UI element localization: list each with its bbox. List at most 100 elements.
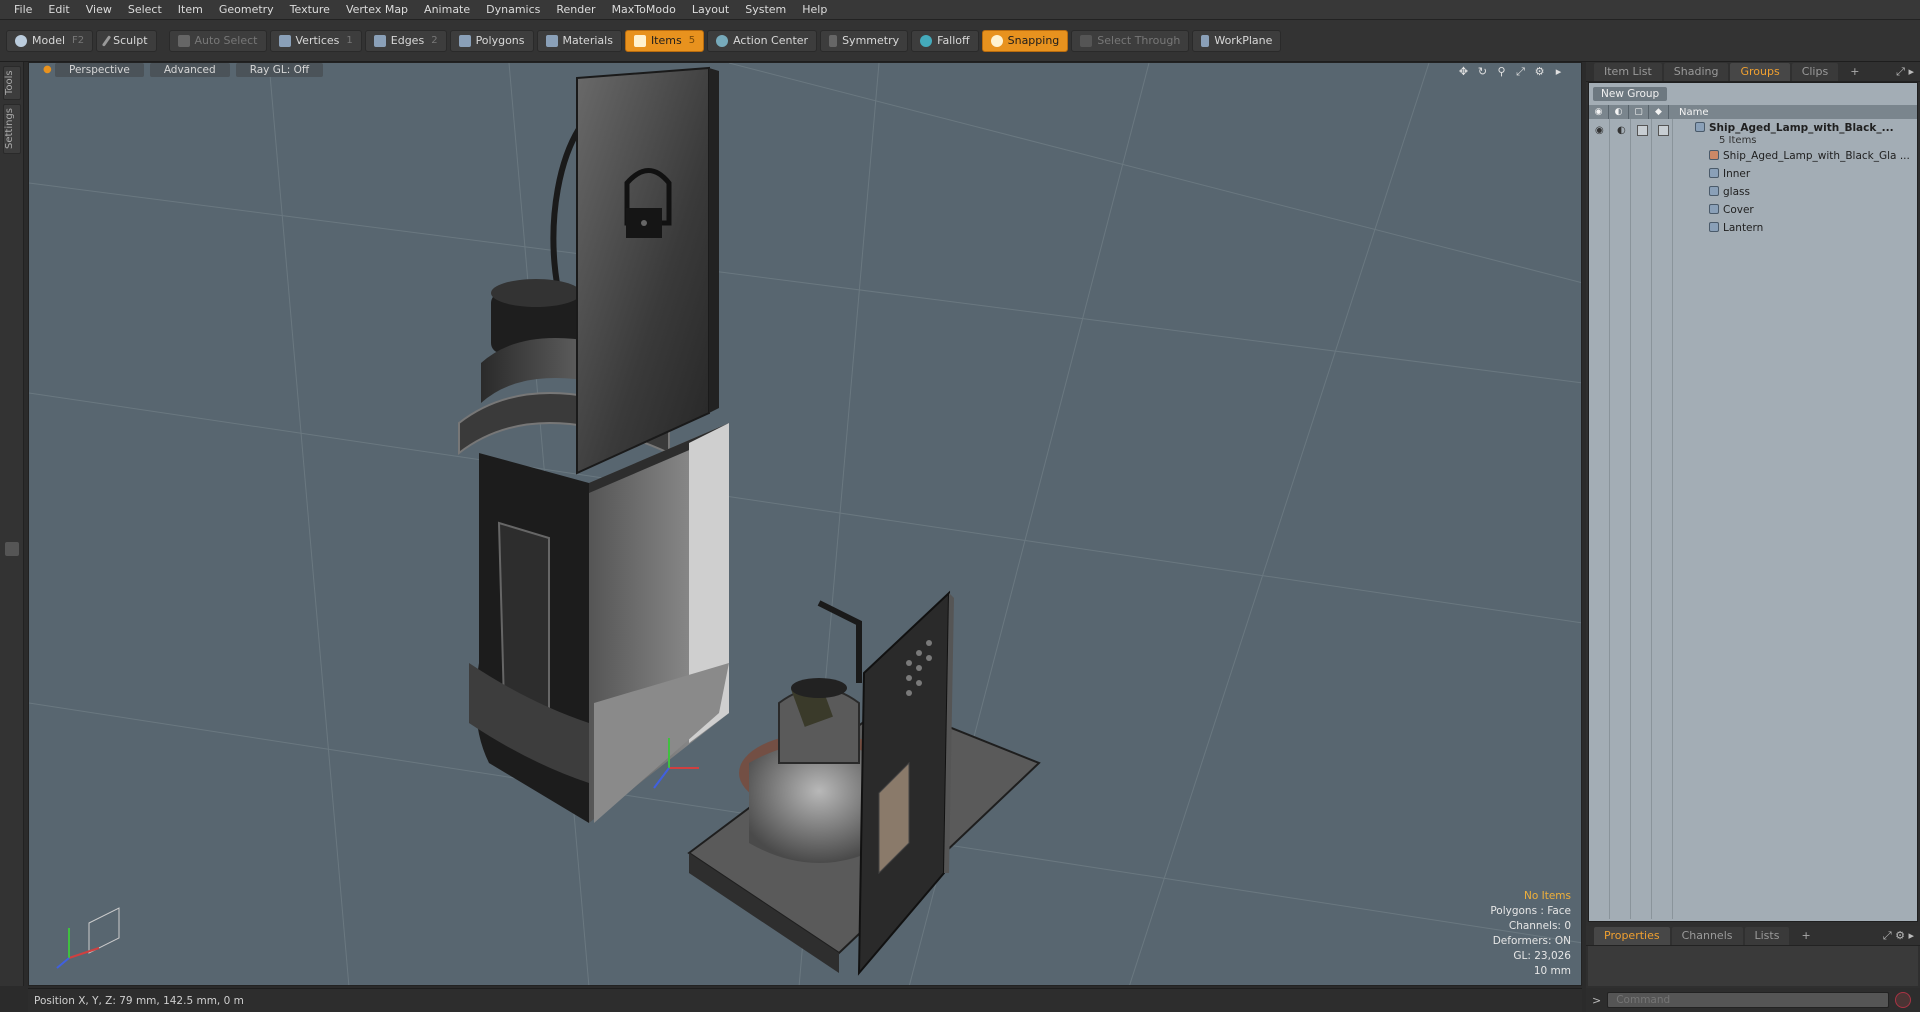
viewport-menu-dot[interactable]: ● bbox=[43, 63, 52, 77]
zoom-search-icon[interactable]: ⚲ bbox=[1495, 65, 1508, 78]
pan-move-icon[interactable]: ✥ bbox=[1457, 65, 1470, 78]
tree-row-child-3[interactable]: glass bbox=[1589, 183, 1917, 201]
axis-orientation-indicator bbox=[56, 907, 120, 969]
add-tab-button[interactable]: + bbox=[1840, 63, 1869, 81]
select-checkbox[interactable] bbox=[1658, 125, 1669, 136]
rotate-icon[interactable]: ↻ bbox=[1476, 65, 1489, 78]
vertices-icon bbox=[278, 34, 291, 47]
3d-viewport[interactable]: ● Perspective Advanced Ray GL: Off ✥ ↻ ⚲… bbox=[28, 62, 1582, 986]
polygons-mode-readout: Polygons : Face bbox=[1490, 905, 1571, 917]
menu-help[interactable]: Help bbox=[794, 0, 835, 20]
select-icon[interactable]: ◆ bbox=[1649, 105, 1669, 119]
root-group-name: Ship_Aged_Lamp_with_Black_... bbox=[1709, 122, 1894, 134]
child-label: Cover bbox=[1709, 204, 1754, 216]
raygl-toggle[interactable]: Ray GL: Off bbox=[235, 63, 324, 77]
tools-vertical-tab[interactable]: Tools bbox=[3, 66, 21, 100]
snapping-icon bbox=[990, 34, 1003, 47]
record-macro-icon[interactable] bbox=[1895, 992, 1912, 1008]
render-toggle-icon[interactable]: ◐ bbox=[1617, 125, 1626, 136]
select-through-icon bbox=[1080, 34, 1093, 47]
menu-edit[interactable]: Edit bbox=[40, 0, 77, 20]
root-group-count: 5 Items bbox=[1719, 135, 1757, 146]
mesh-icon bbox=[1709, 186, 1719, 196]
shading-mode-dropdown[interactable]: Advanced bbox=[149, 63, 230, 77]
select-through-label: Select Through bbox=[1097, 34, 1181, 47]
items-button[interactable]: Items 5 bbox=[624, 29, 705, 52]
menu-view[interactable]: View bbox=[78, 0, 120, 20]
snapping-label: Snapping bbox=[1007, 34, 1060, 47]
command-input[interactable] bbox=[1607, 992, 1890, 1008]
new-group-button[interactable]: New Group bbox=[1593, 87, 1668, 101]
strip-toggle-handle[interactable] bbox=[5, 542, 19, 556]
child-label: Inner bbox=[1709, 168, 1750, 180]
add-bottom-tab-button[interactable]: + bbox=[1791, 927, 1820, 945]
lantern-model bbox=[458, 66, 729, 823]
tree-row-child-5[interactable]: Lantern bbox=[1589, 219, 1917, 237]
falloff-button[interactable]: Falloff bbox=[911, 29, 979, 52]
tree-row-child-2[interactable]: Inner bbox=[1589, 165, 1917, 183]
tab-item-list[interactable]: Item List bbox=[1594, 62, 1662, 81]
selection-status: No Items bbox=[1524, 890, 1571, 902]
menu-texture[interactable]: Texture bbox=[282, 0, 338, 20]
symmetry-icon bbox=[829, 34, 838, 47]
menu-render[interactable]: Render bbox=[548, 0, 603, 20]
lock-checkbox[interactable] bbox=[1637, 125, 1648, 136]
snapping-button[interactable]: Snapping bbox=[981, 29, 1069, 52]
menu-layout[interactable]: Layout bbox=[684, 0, 737, 20]
menu-dynamics[interactable]: Dynamics bbox=[478, 0, 548, 20]
edges-button[interactable]: Edges 2 bbox=[364, 29, 447, 52]
select-through-button[interactable]: Select Through bbox=[1071, 29, 1190, 52]
tab-groups[interactable]: Groups bbox=[1730, 62, 1790, 81]
menu-geometry[interactable]: Geometry bbox=[211, 0, 282, 20]
tab-lists[interactable]: Lists bbox=[1744, 926, 1790, 945]
menu-system[interactable]: System bbox=[737, 0, 794, 20]
materials-button[interactable]: Materials bbox=[536, 29, 622, 52]
items-cube-icon bbox=[633, 34, 646, 47]
tab-shading[interactable]: Shading bbox=[1663, 62, 1729, 81]
vertices-button[interactable]: Vertices 1 bbox=[269, 29, 362, 52]
symmetry-button[interactable]: Symmetry bbox=[820, 29, 909, 52]
properties-gear-icon[interactable]: ⤢ ⚙ ▸ bbox=[1883, 929, 1914, 943]
menu-vertex-map[interactable]: Vertex Map bbox=[338, 0, 416, 20]
expand-arrow-icon[interactable]: ▸ bbox=[1552, 65, 1565, 78]
auto-select-button[interactable]: Auto Select bbox=[168, 29, 267, 52]
visibility-eye-icon[interactable]: ◉ bbox=[1589, 105, 1609, 119]
falloff-label: Falloff bbox=[937, 34, 970, 47]
sculpt-button[interactable]: Sculpt bbox=[96, 29, 157, 52]
workplane-label: WorkPlane bbox=[1214, 34, 1273, 47]
model-button[interactable]: Model F2 bbox=[6, 29, 94, 52]
polygons-button[interactable]: Polygons bbox=[449, 29, 534, 52]
menu-maxtomodo[interactable]: MaxToModo bbox=[604, 0, 684, 20]
settings-vertical-tab[interactable]: Settings bbox=[3, 104, 21, 154]
name-column-header[interactable]: Name bbox=[1669, 107, 1709, 118]
menu-file[interactable]: File bbox=[6, 0, 40, 20]
group-icon bbox=[1695, 122, 1705, 132]
action-center-button[interactable]: Action Center bbox=[707, 29, 818, 52]
workplane-icon bbox=[1201, 34, 1210, 47]
eye-icon[interactable]: ◉ bbox=[1595, 125, 1604, 136]
viewport-info-overlay: No Items Polygons : Face Channels: 0 Def… bbox=[1490, 889, 1571, 979]
view-mode-dropdown[interactable]: Perspective bbox=[55, 63, 144, 77]
tab-clips[interactable]: Clips bbox=[1791, 62, 1839, 81]
workplane-button[interactable]: WorkPlane bbox=[1192, 29, 1282, 52]
properties-tab-bar: Properties Channels Lists + ⤢ ⚙ ▸ bbox=[1586, 926, 1920, 946]
child-name: glass bbox=[1723, 186, 1750, 198]
panel-maximize-icon[interactable]: ⤢ ▸ bbox=[1896, 65, 1914, 79]
child-name: Inner bbox=[1723, 168, 1751, 180]
tree-row-child-4[interactable]: Cover bbox=[1589, 201, 1917, 219]
menu-select[interactable]: Select bbox=[120, 0, 170, 20]
tab-properties[interactable]: Properties bbox=[1594, 926, 1670, 945]
maximize-icon[interactable]: ⤢ bbox=[1514, 65, 1527, 78]
lock-icon[interactable]: ▢ bbox=[1629, 105, 1649, 119]
tree-row-child-1[interactable]: Ship_Aged_Lamp_with_Black_Gla ... bbox=[1589, 147, 1917, 165]
tree-row-root-group[interactable]: ◉ ◐ Ship_Aged_Lamp_with_Black_... 5 Item… bbox=[1589, 121, 1917, 147]
falloff-icon bbox=[920, 34, 933, 47]
menu-item[interactable]: Item bbox=[170, 0, 211, 20]
render-icon[interactable]: ◐ bbox=[1609, 105, 1629, 119]
model-sphere-icon bbox=[15, 34, 27, 47]
right-panel: Item List Shading Groups Clips + ⤢ ▸ New… bbox=[1586, 62, 1920, 1012]
menu-animate[interactable]: Animate bbox=[416, 0, 478, 20]
command-bar: > bbox=[1586, 988, 1920, 1012]
tab-channels[interactable]: Channels bbox=[1671, 926, 1743, 945]
gear-icon[interactable]: ⚙ bbox=[1533, 65, 1546, 78]
